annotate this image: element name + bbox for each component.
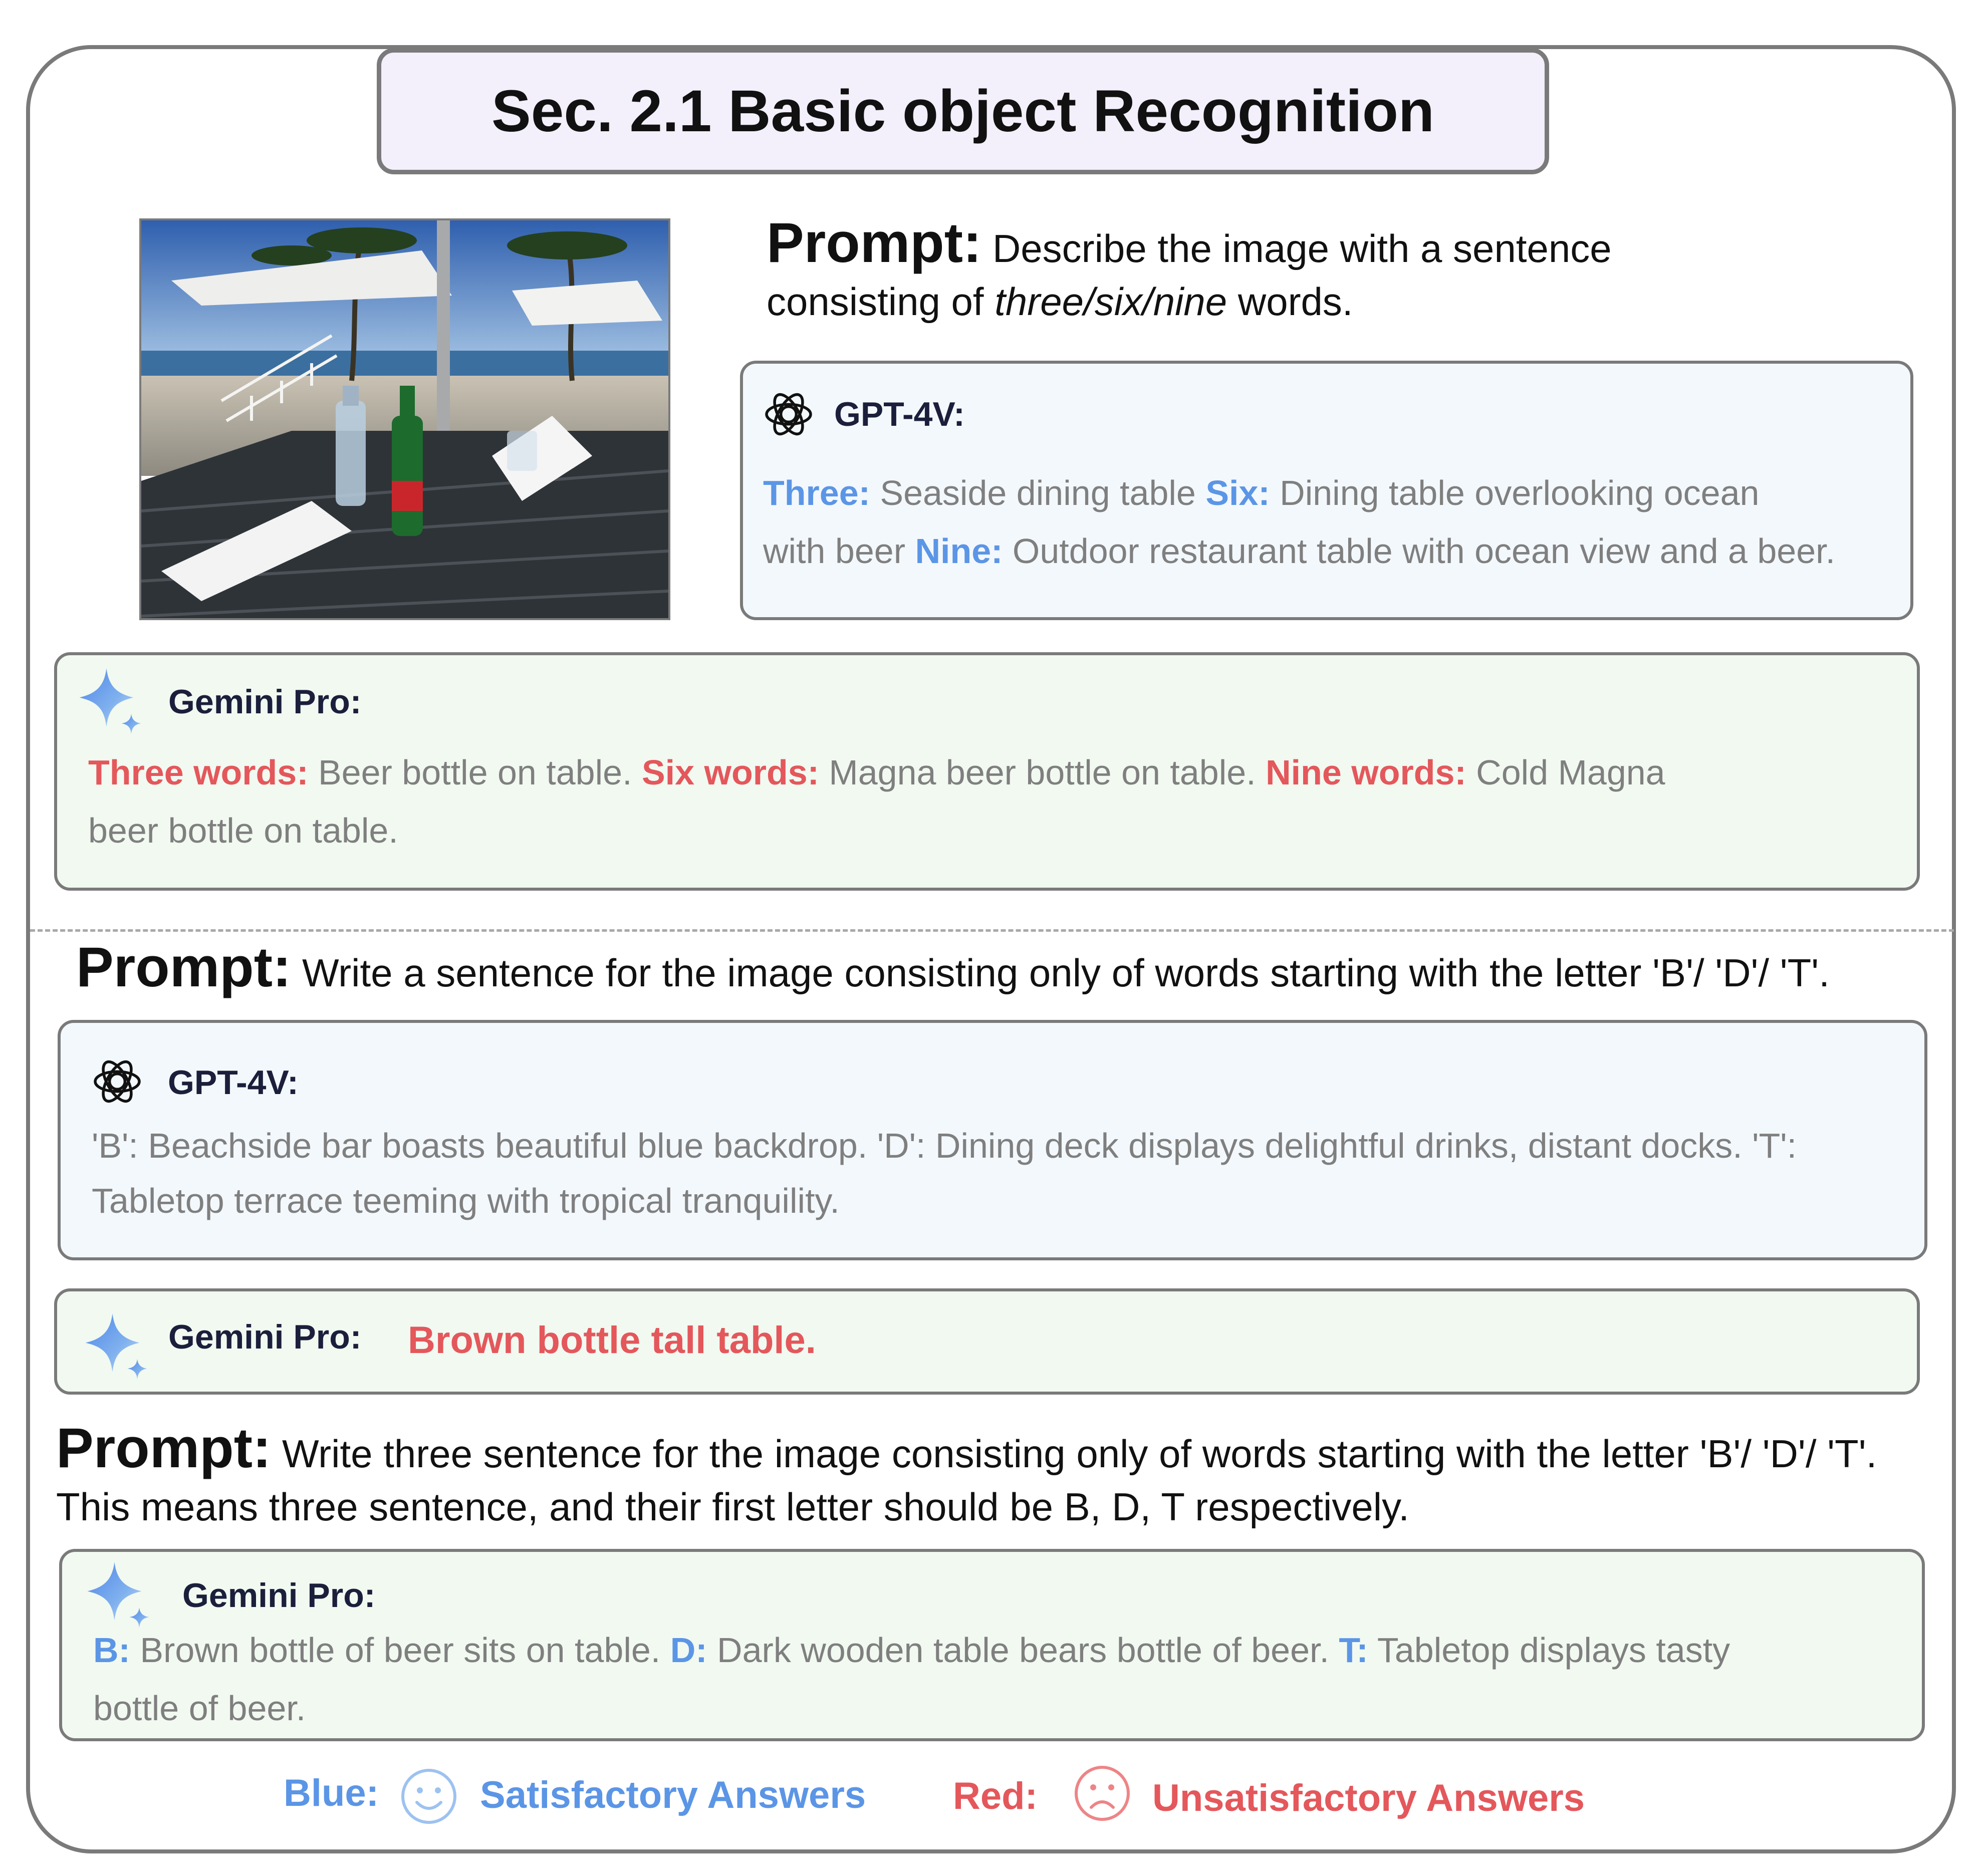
answer-key-nine: Nine: bbox=[915, 531, 1003, 571]
answer-key-three-words: Three words: bbox=[88, 753, 309, 792]
answer-text: Outdoor restaurant table with ocean view… bbox=[1003, 531, 1836, 571]
gpt4v-response-box-2: GPT-4V: 'B': Beachside bar boasts beauti… bbox=[58, 1020, 1927, 1260]
gpt4v-answer: Three: Seaside dining table Six: Dining … bbox=[763, 464, 1900, 580]
beach-table-photo bbox=[139, 218, 670, 620]
answer-text: Tabletop terrace teeming with tropical t… bbox=[92, 1181, 840, 1220]
gemini-response-box-2: Gemini Pro: Brown bottle tall table. bbox=[54, 1288, 1920, 1395]
smiley-face-icon bbox=[401, 1769, 456, 1824]
prompt-section-1: Prompt: Describe the image with a senten… bbox=[767, 215, 1919, 328]
answer-text: Cold Magna bbox=[1466, 753, 1665, 792]
model-name-gpt4v: GPT-4V: bbox=[834, 395, 965, 433]
legend-blue-key: Blue: bbox=[284, 1772, 379, 1814]
gemini-response-box-3: Gemini Pro: B: Brown bottle of beer sits… bbox=[59, 1549, 1925, 1741]
section-divider bbox=[30, 929, 1954, 932]
gemini-sparkle-icon bbox=[81, 1311, 151, 1382]
answer-text: bottle of beer. bbox=[93, 1689, 306, 1728]
prompt-label: Prompt: bbox=[76, 936, 292, 998]
prompt-section-2: Prompt: Write a sentence for the image c… bbox=[76, 939, 1950, 999]
gemini-response-box-1: Gemini Pro: Three words: Beer bottle on … bbox=[54, 652, 1920, 891]
gpt4v-answer: 'B': Beachside bar boasts beautiful blue… bbox=[92, 1118, 1920, 1228]
answer-key-d: D: bbox=[670, 1631, 707, 1670]
answer-text: Seaside dining table bbox=[870, 473, 1206, 512]
answer-text: Beer bottle on table. bbox=[308, 753, 642, 792]
answer-text: Dark wooden table bears bottle of beer. bbox=[707, 1631, 1339, 1670]
gemini-sparkle-icon bbox=[83, 1560, 153, 1630]
prompt-label: Prompt: bbox=[767, 211, 982, 274]
gemini-answer: Brown bottle tall table. bbox=[408, 1319, 816, 1362]
prompt-text: Write a sentence for the image consistin… bbox=[291, 951, 1830, 995]
answer-text: with beer bbox=[763, 531, 915, 571]
answer-key-three: Three: bbox=[763, 473, 870, 512]
prompt-text-italic: three/six/nine bbox=[995, 280, 1227, 324]
answer-text: Tabletop displays tasty bbox=[1368, 1631, 1730, 1670]
openai-logo-icon bbox=[761, 387, 816, 442]
legend-red-key: Red: bbox=[953, 1775, 1038, 1817]
answer-text: Dining table overlooking ocean bbox=[1270, 473, 1760, 512]
model-name-gemini: Gemini Pro: bbox=[182, 1576, 376, 1615]
legend-red-text: Unsatisfactory Answers bbox=[1152, 1777, 1585, 1819]
prompt-text: words. bbox=[1227, 280, 1353, 324]
answer-text: 'B': Beachside bar boasts beautiful blue… bbox=[92, 1126, 1797, 1165]
gemini-answer: B: Brown bottle of beer sits on table. D… bbox=[93, 1621, 1917, 1737]
figure-title: Sec. 2.1 Basic object Recognition bbox=[491, 78, 1434, 144]
gpt4v-response-box-1: GPT-4V: Three: Seaside dining table Six:… bbox=[740, 361, 1913, 620]
answer-text: Brown bottle of beer sits on table. bbox=[130, 1631, 670, 1670]
gemini-answer: Three words: Beer bottle on table. Six w… bbox=[88, 743, 1912, 860]
legend-blue-text: Satisfactory Answers bbox=[480, 1774, 866, 1816]
prompt-text: Write three sentence for the image consi… bbox=[271, 1432, 1877, 1476]
prompt-text: Describe the image with a sentence bbox=[981, 226, 1612, 271]
prompt-section-3: Prompt: Write three sentence for the ima… bbox=[56, 1420, 1960, 1533]
frowny-face-icon bbox=[1075, 1766, 1130, 1821]
model-name-gpt4v: GPT-4V: bbox=[168, 1063, 299, 1102]
answer-key-b: B: bbox=[93, 1631, 130, 1670]
answer-key-nine-words: Nine words: bbox=[1266, 753, 1466, 792]
model-name-gemini: Gemini Pro: bbox=[168, 683, 362, 721]
prompt-text: consisting of bbox=[767, 280, 995, 324]
openai-logo-icon bbox=[90, 1054, 145, 1109]
answer-text: Magna beer bottle on table. bbox=[819, 753, 1266, 792]
answer-key-six: Six: bbox=[1205, 473, 1270, 512]
prompt-text: This means three sentence, and their fir… bbox=[56, 1485, 1409, 1529]
model-name-gemini: Gemini Pro: bbox=[168, 1318, 362, 1356]
prompt-label: Prompt: bbox=[56, 1417, 272, 1479]
answer-text: beer bottle on table. bbox=[88, 811, 398, 850]
answer-key-t: T: bbox=[1339, 1631, 1368, 1670]
answer-key-six-words: Six words: bbox=[641, 753, 819, 792]
gemini-sparkle-icon bbox=[75, 666, 145, 736]
title-box: Sec. 2.1 Basic object Recognition bbox=[377, 48, 1549, 174]
